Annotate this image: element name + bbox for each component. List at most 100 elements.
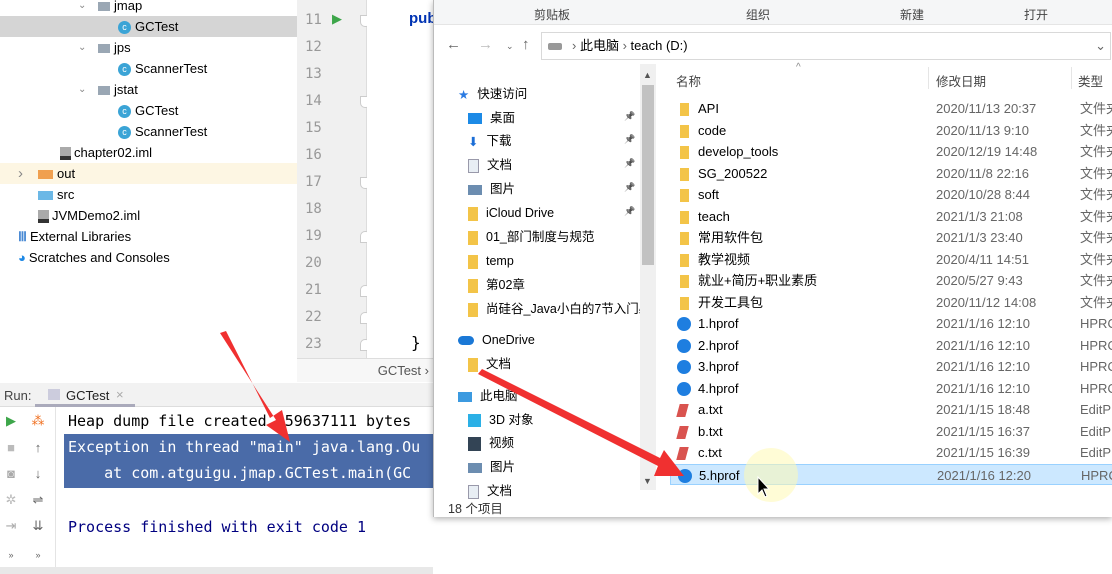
pin-icon[interactable]: 📌 [624,182,635,193]
tree-item[interactable]: c ScannerTest [0,121,297,142]
pin-icon[interactable]: 📌 [624,111,635,122]
nav-scrollbar-thumb[interactable] [642,85,654,265]
file-row[interactable]: 1.hprof 2021/1/16 12:10 HPROF [670,313,1112,335]
file-row[interactable]: teach 2021/1/3 21:08 文件夹 [670,206,1112,228]
more-icon[interactable]: » [0,550,22,560]
address-bar[interactable]: › 此电脑 › teach (D:) ⌄ [541,32,1111,60]
file-row[interactable]: 教学视频 2020/4/11 14:51 文件夹 [670,249,1112,271]
nav-item[interactable]: 图片 [468,178,515,200]
column-modified[interactable]: 修改日期 [936,71,986,90]
chevron-right-icon[interactable]: › [18,163,23,184]
pin-icon[interactable]: 📌 [624,206,635,217]
close-tab-icon[interactable]: × [116,387,124,402]
column-divider[interactable] [928,67,929,89]
chevron-down-icon[interactable]: ⌄ [78,79,86,100]
file-row[interactable]: SG_200522 2020/11/8 22:16 文件夹 [670,163,1112,185]
breadcrumb-item[interactable]: GCTest [378,363,421,378]
nav-item[interactable]: 3D 对象 [468,409,533,431]
scroll-down-icon[interactable]: ▼ [643,476,652,486]
tree-item[interactable]: ⌄ jmap [0,0,297,16]
breadcrumb-teach-drive[interactable]: teach (D:) [631,38,688,53]
tree-item[interactable]: chapter02.iml [0,142,297,163]
nav-item[interactable]: 01_部门制度与规范 [468,226,594,248]
more-icon[interactable]: » [27,550,49,560]
nav-item[interactable]: 桌面 [468,107,515,129]
tree-item[interactable]: c GCTest [0,100,297,121]
console-line[interactable]: at com.atguigu.jmap.GCTest.main(GC [68,460,411,486]
column-divider[interactable] [1071,67,1072,89]
editor-breadcrumb[interactable]: GCTest › [297,358,435,382]
file-row[interactable]: a.txt 2021/1/15 18:48 EditPl [670,399,1112,421]
nav-item-label: 快速访问 [477,87,528,101]
nav-item[interactable]: ★ 快速访问 [458,83,527,105]
run-gutter-icon[interactable]: ▶ [332,11,342,27]
console-line[interactable]: Process finished with exit code 1 [68,514,366,540]
scroll-up-icon[interactable]: ▲ [643,70,652,80]
file-row[interactable]: 5.hprof 2021/1/16 12:20 HPROF [670,463,1112,485]
breadcrumb-this-pc[interactable]: 此电脑 [580,38,619,53]
up-icon[interactable]: ↑ [522,36,530,53]
pin-tab-icon[interactable]: ⁂ [27,413,49,429]
stop-icon[interactable]: ■ [0,440,22,455]
debug-icon[interactable]: ✲ [0,492,22,508]
nav-item[interactable]: 第02章 [468,274,525,296]
chevron-down-icon[interactable]: ⌄ [78,37,86,58]
scroll-end-icon[interactable]: ⇊ [27,518,49,534]
file-name: 4.hprof [698,380,739,396]
active-tab-underline [35,404,135,407]
toolbar-divider [55,407,56,567]
pin-icon[interactable]: 📌 [624,158,635,169]
nav-item[interactable]: OneDrive [458,329,535,351]
column-name[interactable]: 名称 [676,71,701,90]
tree-item[interactable]: JVMDemo2.iml [0,205,297,226]
tree-item[interactable]: ⌄ jstat [0,79,297,100]
nav-item[interactable]: 文档 [468,353,511,375]
tree-item[interactable]: Ⅲ External Libraries [0,226,297,247]
nav-item-label: 视频 [489,436,515,450]
nav-item[interactable]: 图片 [468,456,515,478]
code-area[interactable]: pub } [367,0,437,358]
tree-item[interactable]: c GCTest [0,16,297,37]
nav-item[interactable]: 此电脑 [458,385,518,407]
nav-item[interactable]: temp [468,250,514,272]
tree-item[interactable]: src [0,184,297,205]
file-row[interactable]: b.txt 2021/1/15 16:37 EditPl [670,421,1112,443]
file-row[interactable]: 常用软件包 2021/1/3 23:40 文件夹 [670,227,1112,249]
pin-icon[interactable]: 📌 [624,134,635,145]
down-arrow-icon[interactable]: ↓ [27,466,49,481]
console-line[interactable]: Heap dump file created [59637111 bytes [68,408,411,434]
back-icon[interactable]: ← [446,36,461,53]
file-row[interactable]: 2.hprof 2021/1/16 12:10 HPROF [670,335,1112,357]
address-dropdown-icon[interactable]: ⌄ [1095,33,1106,59]
chevron-down-icon[interactable]: ⌄ [78,0,86,16]
column-type[interactable]: 类型 [1078,71,1103,90]
file-row[interactable]: 就业+简历+职业素质 2020/5/27 9:43 文件夹 [670,270,1112,292]
file-row[interactable]: code 2020/11/13 9:10 文件夹 [670,120,1112,142]
tree-item[interactable]: c ScannerTest [0,58,297,79]
run-tab-gctest[interactable]: GCTest [66,388,109,403]
tree-item[interactable]: ⌄ jps [0,37,297,58]
nav-item[interactable]: ⬇ 下载 [468,130,512,152]
up-arrow-icon[interactable]: ↑ [27,440,49,455]
recent-dropdown-icon[interactable]: ⌄ [506,41,514,52]
file-row[interactable]: 3.hprof 2021/1/16 12:10 HPROF [670,356,1112,378]
file-row[interactable]: 开发工具包 2020/11/12 14:08 文件夹 [670,292,1112,314]
tree-item[interactable]: › out [0,163,297,184]
camera-icon[interactable]: ◙ [0,466,22,481]
tree-item[interactable]: ◕ Scratches and Consoles [0,247,297,268]
file-row[interactable]: 4.hprof 2021/1/16 12:10 HPROF [670,378,1112,400]
exit-icon[interactable]: ⇥ [0,518,22,534]
file-type: EditPl [1080,402,1112,417]
nav-item[interactable]: 视频 [468,432,514,454]
file-row[interactable]: soft 2020/10/28 8:44 文件夹 [670,184,1112,206]
nav-item[interactable]: 文档 [468,154,512,176]
file-row[interactable]: c.txt 2021/1/15 16:39 EditPl [670,442,1112,464]
forward-icon[interactable]: → [478,36,493,53]
console-line[interactable]: Exception in thread "main" java.lang.Ou [68,434,420,460]
file-row[interactable]: develop_tools 2020/12/19 14:48 文件夹 [670,141,1112,163]
file-row[interactable]: API 2020/11/13 20:37 文件夹 [670,98,1112,120]
rerun-icon[interactable]: ▶ [0,413,22,429]
nav-item[interactable]: iCloud Drive [468,202,554,224]
soft-wrap-icon[interactable]: ⇌ [27,492,49,508]
nav-item[interactable]: 尚硅谷_Java小白的7节入门必 [468,298,651,320]
